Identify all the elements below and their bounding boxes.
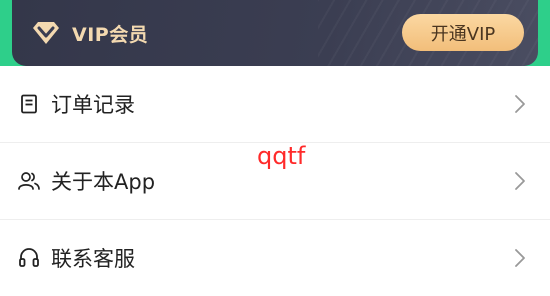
menu-item-label: 订单记录 — [51, 93, 135, 117]
settings-menu: 订单记录 关于本App 联系客服 — [0, 66, 550, 296]
chevron-right-icon — [515, 95, 525, 113]
chevron-right-icon — [515, 249, 525, 267]
vip-title: VIP会员 — [72, 23, 149, 46]
document-icon — [18, 93, 40, 115]
menu-item-label: 关于本App — [51, 170, 156, 194]
vip-logo: VIP会员 — [30, 18, 148, 48]
open-vip-button[interactable]: 开通VIP — [402, 14, 524, 51]
diamond-icon — [33, 22, 59, 44]
vip-banner[interactable]: VIP会员 开通VIP — [12, 0, 538, 66]
headset-icon — [18, 247, 40, 269]
chevron-right-icon — [515, 172, 525, 190]
menu-item-label: 联系客服 — [51, 247, 135, 271]
watermark-text: qqtf — [257, 142, 306, 170]
menu-item-support[interactable]: 联系客服 — [0, 220, 550, 296]
users-icon — [18, 170, 40, 192]
menu-item-orders[interactable]: 订单记录 — [0, 66, 550, 143]
